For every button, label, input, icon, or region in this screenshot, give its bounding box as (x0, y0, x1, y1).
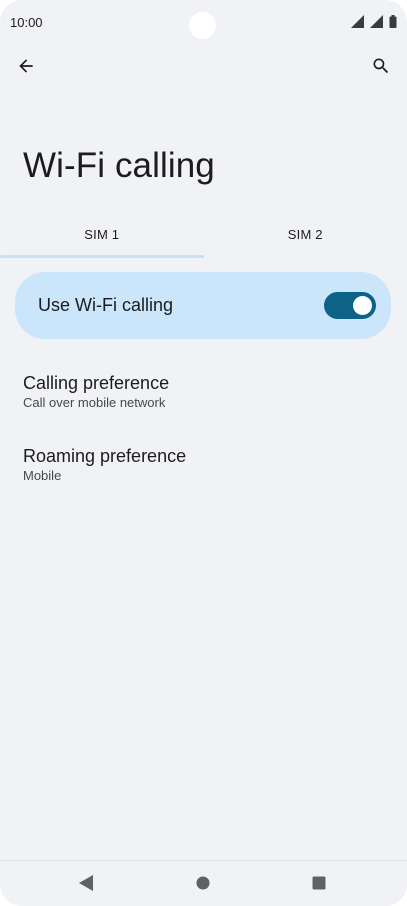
nav-recents-button[interactable] (309, 873, 329, 893)
toggle-knob (353, 296, 372, 315)
tab-sim-2[interactable]: SIM 2 (204, 210, 407, 258)
use-wifi-calling-toggle[interactable] (324, 292, 376, 319)
tab-sim-1-label: SIM 1 (84, 226, 120, 242)
tab-sim-2-label: SIM 2 (287, 226, 323, 242)
nav-home-button[interactable] (193, 873, 213, 893)
search-button[interactable] (367, 52, 395, 80)
page-title: Wi-Fi calling (23, 146, 215, 185)
navigation-bar (0, 860, 407, 906)
calling-preference-summary: Call over mobile network (23, 395, 166, 410)
roaming-preference-summary: Mobile (23, 468, 62, 483)
tab-sim-1[interactable]: SIM 1 (0, 210, 204, 258)
nav-recents-square-icon (312, 876, 326, 890)
status-time: 10:00 (10, 15, 43, 30)
status-icons (351, 15, 397, 28)
signal-icon-2 (370, 15, 383, 28)
arrow-back-icon (19, 59, 33, 73)
signal-icon (351, 15, 364, 28)
tab-active-indicator (0, 255, 204, 258)
roaming-preference-title: Roaming preference (23, 446, 187, 466)
nav-home-circle-icon (196, 876, 210, 890)
back-button[interactable] (12, 52, 40, 80)
sim-tabs: SIM 1 SIM 2 (0, 210, 407, 258)
calling-preference-title: Calling preference (23, 373, 170, 393)
phone-screen: 10:00 Wi-Fi calling SIM 1 SIM 2 Use Wi-F… (0, 0, 407, 906)
calling-preference-item[interactable]: Calling preference Call over mobile netw… (23, 372, 383, 412)
nav-back-button[interactable] (76, 873, 96, 893)
roaming-preference-item[interactable]: Roaming preference Mobile (23, 445, 383, 485)
status-bar: 10:00 (0, 0, 407, 46)
use-wifi-calling-row[interactable]: Use Wi-Fi calling (15, 272, 391, 339)
search-icon (373, 58, 389, 74)
camera-cutout (189, 12, 216, 39)
use-wifi-calling-label: Use Wi-Fi calling (38, 295, 174, 315)
nav-back-triangle-icon (79, 875, 93, 891)
battery-icon (389, 15, 397, 28)
